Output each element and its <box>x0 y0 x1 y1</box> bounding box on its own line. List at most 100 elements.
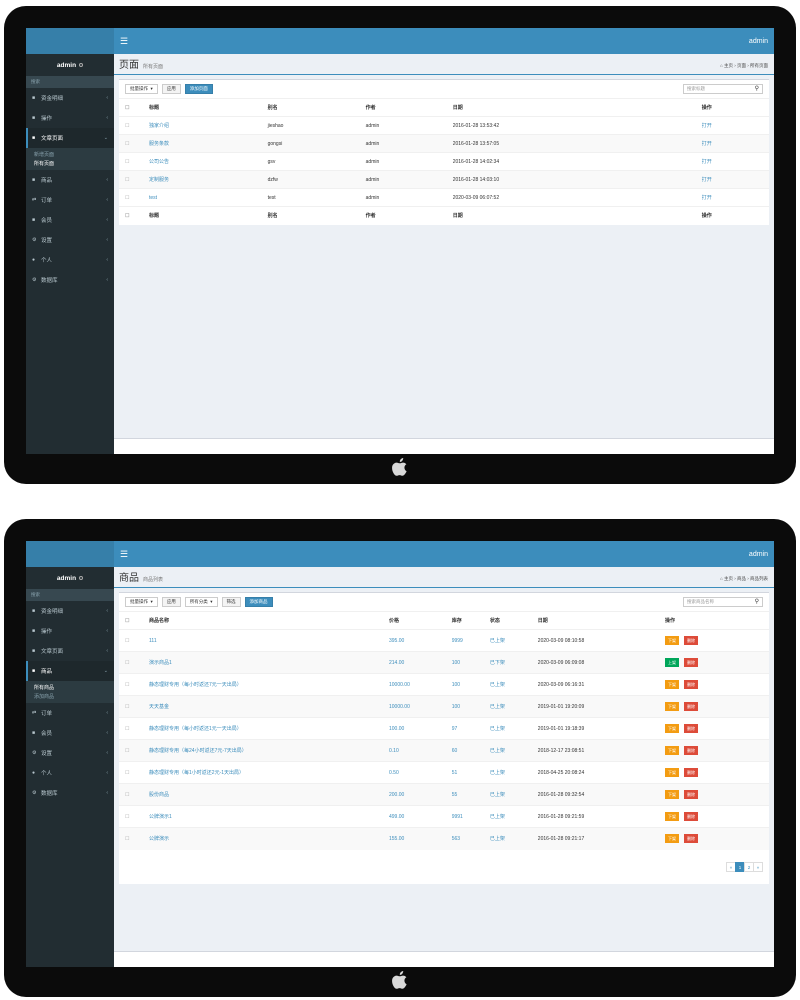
breadcrumb-section[interactable]: 商品 <box>737 576 746 581</box>
sidebar-search[interactable]: 搜索 <box>26 589 114 601</box>
unlist-button[interactable]: 下架 <box>665 768 680 777</box>
sidebar-item-settings[interactable]: ⚙ 设置 ‹ <box>26 743 114 763</box>
goods-name-link[interactable]: 111 <box>147 629 387 652</box>
goods-name-link[interactable]: 静态理财专用（每24小时返还7元-7天出局） <box>147 739 387 762</box>
goods-name-link[interactable]: 静态理财专用（每小时返还7元一天出局） <box>147 673 387 696</box>
sidebar-subitem-new-page[interactable]: 新增页面 <box>26 150 114 159</box>
search-icon[interactable]: ⚲ <box>755 598 759 605</box>
unlist-button[interactable]: 下架 <box>665 702 680 711</box>
sidebar-item-article-pages[interactable]: ■ 文章页面 ‹ <box>26 641 114 661</box>
sidebar-item-settings[interactable]: ⚙ 设置 ‹ <box>26 230 114 250</box>
delete-button[interactable]: 删除 <box>684 812 699 821</box>
sidebar-item-database[interactable]: ⚙ 数据库 ‹ <box>26 783 114 803</box>
open-link[interactable]: 打开 <box>699 152 769 171</box>
sidebar-item-funds[interactable]: ■ 资金明细 ‹ <box>26 88 114 108</box>
unlist-button[interactable]: 下架 <box>665 724 680 733</box>
goods-name-link[interactable]: 演示商品1 <box>147 651 387 674</box>
sidebar-item-orders[interactable]: ⇄ 订单 ‹ <box>26 703 114 723</box>
unlist-button[interactable]: 下架 <box>665 790 680 799</box>
sidebar-item-goods[interactable]: ■ 商品 ‹ <box>26 170 114 190</box>
sidebar-item-article-pages[interactable]: ■ 文章页面 ⌄ <box>26 128 114 148</box>
delete-button[interactable]: 删除 <box>684 768 699 777</box>
menu-toggle-icon[interactable]: ☰ <box>120 36 128 47</box>
add-goods-button[interactable]: 添加商品 <box>244 597 273 607</box>
sidebar-item-profile[interactable]: ● 个人 ‹ <box>26 250 114 270</box>
search-input[interactable]: 搜索标题 ⚲ <box>683 84 763 94</box>
open-link[interactable]: 打开 <box>699 170 769 189</box>
delete-button[interactable]: 删除 <box>684 834 699 844</box>
row-checkbox[interactable]: ☐ <box>119 739 147 762</box>
page-title-link[interactable]: 独家介绍 <box>147 116 266 135</box>
row-checkbox[interactable]: ☐ <box>119 651 147 674</box>
row-checkbox[interactable]: ☐ <box>119 116 147 135</box>
page-title-link[interactable]: test <box>147 188 266 207</box>
select-all-checkbox[interactable]: ☐ <box>119 98 147 117</box>
sidebar-item-members[interactable]: ■ 会员 ‹ <box>26 210 114 230</box>
goods-name-link[interactable]: 股份商品 <box>147 783 387 806</box>
delete-button[interactable]: 删除 <box>684 680 699 689</box>
page-next[interactable]: » <box>753 861 763 872</box>
row-checkbox[interactable]: ☐ <box>119 188 147 207</box>
sidebar-item-profile[interactable]: ● 个人 ‹ <box>26 763 114 783</box>
search-icon[interactable]: ⚲ <box>755 85 759 92</box>
unlist-button[interactable]: 下架 <box>665 680 680 689</box>
select-all-checkbox[interactable]: ☐ <box>119 611 147 630</box>
menu-toggle-icon[interactable]: ☰ <box>120 549 128 560</box>
row-checkbox[interactable]: ☐ <box>119 152 147 171</box>
add-page-button[interactable]: 添加页面 <box>184 84 213 94</box>
unlist-button[interactable]: 下架 <box>665 834 680 844</box>
apply-button[interactable]: 应用 <box>161 84 181 94</box>
goods-name-link[interactable]: 天天基金 <box>147 695 387 718</box>
category-filter-select[interactable]: 所有分类 ▾ <box>184 597 218 607</box>
open-link[interactable]: 打开 <box>699 188 769 207</box>
row-checkbox[interactable]: ☐ <box>119 827 147 850</box>
unlist-button[interactable]: 下架 <box>665 746 680 755</box>
row-checkbox[interactable]: ☐ <box>119 805 147 828</box>
sidebar-subitem-all-pages[interactable]: 所有页面 <box>26 159 114 168</box>
delete-button[interactable]: 删除 <box>684 658 699 667</box>
row-checkbox[interactable]: ☐ <box>119 783 147 806</box>
sidebar-item-funds[interactable]: ■ 资金明细 ‹ <box>26 601 114 621</box>
sidebar-item-operations[interactable]: ■ 操作 ‹ <box>26 108 114 128</box>
goods-name-link[interactable]: 静态理财专用（每1小时返还2元-1天出局） <box>147 761 387 784</box>
row-checkbox[interactable]: ☐ <box>119 629 147 652</box>
unlist-button[interactable]: 下架 <box>665 812 680 821</box>
page-title-link[interactable]: 服务条款 <box>147 134 266 153</box>
sidebar-item-goods[interactable]: ■ 商品 ⌄ <box>26 661 114 681</box>
sidebar-item-orders[interactable]: ⇄ 订单 ‹ <box>26 190 114 210</box>
breadcrumb-home[interactable]: 主页 <box>724 63 733 68</box>
select-all-checkbox[interactable]: ☐ <box>119 206 147 225</box>
sidebar-subitem-all-goods[interactable]: 所有商品 <box>26 683 114 692</box>
page-title-link[interactable]: 公司公告 <box>147 152 266 171</box>
search-input[interactable]: 搜索商品名称 ⚲ <box>683 597 763 607</box>
unlist-button[interactable]: 下架 <box>665 636 680 645</box>
bulk-action-select[interactable]: 批量操作 ▾ <box>125 84 158 94</box>
row-checkbox[interactable]: ☐ <box>119 695 147 718</box>
row-checkbox[interactable]: ☐ <box>119 134 147 153</box>
delete-button[interactable]: 删除 <box>684 636 699 645</box>
list-button[interactable]: 上架 <box>665 658 680 667</box>
row-checkbox[interactable]: ☐ <box>119 673 147 696</box>
apply-button[interactable]: 应用 <box>161 597 181 607</box>
filter-button[interactable]: 筛选 <box>221 597 241 607</box>
sidebar-item-database[interactable]: ⚙ 数据库 ‹ <box>26 270 114 290</box>
open-link[interactable]: 打开 <box>699 116 769 135</box>
goods-name-link[interactable]: 公牌演示1 <box>147 805 387 828</box>
goods-name-link[interactable]: 静态理财专用（每小时返还1元一天出局） <box>147 717 387 740</box>
goods-name-link[interactable]: 公牌演示 <box>147 827 387 850</box>
sidebar-subitem-add-goods[interactable]: 添加商品 <box>26 692 114 701</box>
delete-button[interactable]: 删除 <box>684 702 699 711</box>
page-title-link[interactable]: 定制服务 <box>147 170 266 189</box>
row-checkbox[interactable]: ☐ <box>119 761 147 784</box>
user-menu[interactable]: admin <box>749 38 768 45</box>
sidebar-item-members[interactable]: ■ 会员 ‹ <box>26 723 114 743</box>
sidebar-search[interactable]: 搜索 <box>26 76 114 88</box>
breadcrumb-section[interactable]: 页面 <box>737 63 746 68</box>
sidebar-item-operations[interactable]: ■ 操作 ‹ <box>26 621 114 641</box>
delete-button[interactable]: 删除 <box>684 724 699 733</box>
breadcrumb-home[interactable]: 主页 <box>724 576 733 581</box>
row-checkbox[interactable]: ☐ <box>119 170 147 189</box>
delete-button[interactable]: 删除 <box>684 746 699 755</box>
bulk-action-select[interactable]: 批量操作 ▾ <box>125 597 158 607</box>
user-menu[interactable]: admin <box>749 551 768 558</box>
